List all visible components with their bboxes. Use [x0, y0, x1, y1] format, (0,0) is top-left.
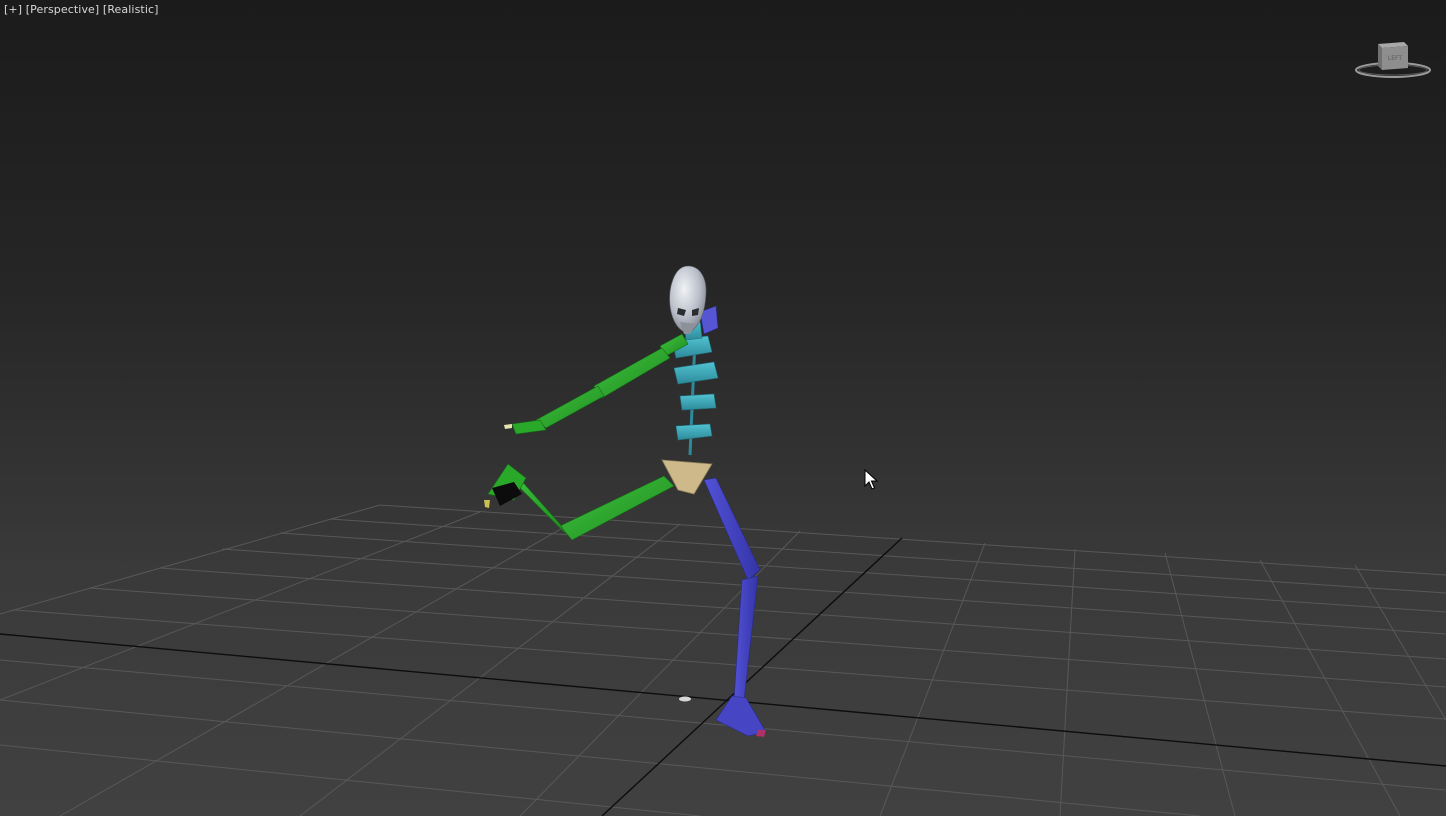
perspective-viewport[interactable]: [+] [Perspective] [Realistic] LEFT — [0, 0, 1446, 816]
left-upper-arm[interactable] — [593, 347, 671, 399]
spine-link-2[interactable] — [679, 393, 717, 411]
left-arm[interactable] — [504, 333, 689, 435]
left-forearm[interactable] — [535, 385, 605, 429]
pelvis[interactable] — [661, 459, 713, 495]
grid-axis-lines — [0, 537, 1446, 816]
viewport-menu-plus[interactable]: [+] — [4, 3, 22, 16]
viewport-view-menu[interactable]: [Perspective] — [26, 3, 100, 16]
home-grid — [0, 504, 1446, 816]
viewcube-icon[interactable]: LEFT — [1352, 36, 1434, 84]
left-toe-tip — [484, 500, 490, 508]
left-finger-tip — [504, 424, 512, 429]
head-shape[interactable] — [669, 265, 707, 333]
origin-marker — [679, 696, 691, 702]
left-thigh[interactable] — [559, 475, 675, 541]
scene-canvas[interactable] — [0, 0, 1446, 816]
spine-link-1[interactable] — [675, 423, 713, 441]
viewport-shading-menu[interactable]: [Realistic] — [103, 3, 159, 16]
viewport-label: [+] [Perspective] [Realistic] — [4, 3, 159, 16]
left-leg[interactable] — [484, 463, 675, 541]
viewcube-face-label: LEFT — [1388, 55, 1402, 62]
mouse-cursor-icon — [864, 469, 878, 490]
biped-skeleton[interactable] — [484, 265, 767, 737]
left-hand[interactable] — [511, 419, 547, 435]
spine-link-3[interactable] — [673, 361, 719, 385]
